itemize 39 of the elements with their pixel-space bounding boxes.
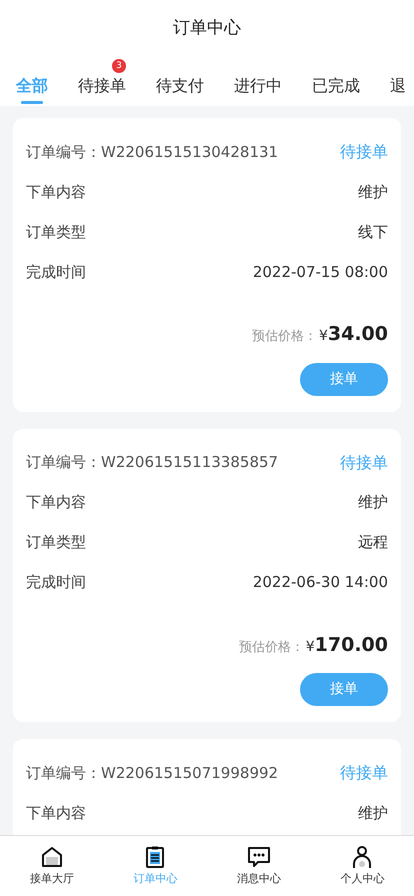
field-value: 远程 xyxy=(358,532,388,554)
price-label: 预估价格： xyxy=(238,638,304,656)
field-value: 2022-06-30 14:00 xyxy=(252,572,388,594)
nav-tab[interactable]: 个人中心 xyxy=(310,836,414,896)
field-value: 维护 xyxy=(358,802,388,824)
tab[interactable]: 待接单 3 xyxy=(78,58,126,106)
home-icon xyxy=(40,844,64,869)
price-label: 预估价格： xyxy=(252,328,317,346)
field-value: 2022-07-15 08:00 xyxy=(252,262,388,283)
tab[interactable]: 待支付 xyxy=(156,58,204,106)
field-value: 维护 xyxy=(358,492,388,514)
page-title: 订单中心 xyxy=(173,17,241,40)
nav-tab[interactable]: 消息中心 xyxy=(207,836,310,896)
field-label: 完成时间 xyxy=(26,572,86,594)
tab[interactable]: 退 xyxy=(390,58,406,106)
field-value: 线下 xyxy=(358,222,388,243)
nav-tab[interactable]: 接单大厅 xyxy=(0,836,104,896)
currency-sign: ¥ xyxy=(318,327,328,346)
field-label: 订单类型 xyxy=(26,532,86,554)
field-value: 维护 xyxy=(358,182,388,203)
tab-indicator xyxy=(21,101,43,104)
currency-sign: ¥ xyxy=(306,638,315,656)
order-number: 订单编号：W22061515113385857 xyxy=(26,452,278,474)
price-amount: 170.00 xyxy=(314,632,388,658)
tab[interactable]: 进行中 xyxy=(234,58,282,106)
field-label: 订单类型 xyxy=(26,222,86,243)
order-number: 订单编号：W22061515130428131 xyxy=(26,142,278,163)
field-label: 下单内容 xyxy=(26,182,86,203)
chat-icon xyxy=(246,844,271,869)
order-number: 订单编号：W22061515071998992 xyxy=(26,762,278,784)
field-label: 完成时间 xyxy=(26,262,86,283)
field-label: 下单内容 xyxy=(26,802,86,824)
order-status: 待接单 xyxy=(340,762,388,784)
count-badge: 3 xyxy=(112,59,126,73)
price-amount: 34.00 xyxy=(328,322,388,347)
order-status: 待接单 xyxy=(340,452,388,474)
tab[interactable]: 已完成 xyxy=(312,58,360,106)
order-status: 待接单 xyxy=(340,141,388,163)
field-label: 下单内容 xyxy=(26,492,86,514)
